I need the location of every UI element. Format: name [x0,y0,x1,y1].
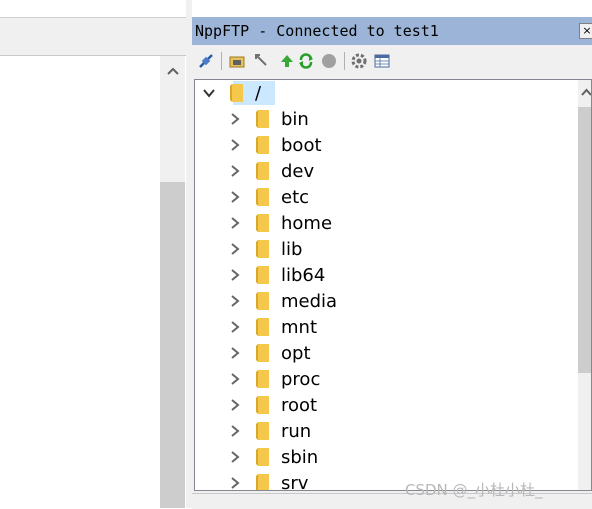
connect-icon[interactable] [197,52,215,70]
toolbar-separator [221,52,222,70]
tree-folder-item[interactable]: lib [229,236,302,262]
ftp-toolbar [192,46,592,75]
chevron-right-icon[interactable] [229,321,241,333]
tree-label: boot [281,134,322,156]
chevron-right-icon[interactable] [229,425,241,437]
editor-tab-bar [0,17,192,56]
editor-scrollbar[interactable] [160,56,185,508]
tree-label: srv [281,472,309,491]
tree-folder-item[interactable]: boot [229,132,322,158]
scroll-up-icon[interactable] [165,63,181,79]
upload-icon[interactable] [278,52,296,70]
folder-icon [256,240,269,258]
folder-icon [256,266,269,284]
abort-icon[interactable] [320,52,338,70]
folder-icon [256,396,269,414]
scroll-up-icon[interactable] [580,86,592,99]
chevron-right-icon[interactable] [229,165,241,177]
messages-icon[interactable] [373,52,391,70]
tree-label: proc [281,368,321,390]
folder-icon [256,474,269,490]
tree-folder-item[interactable]: sbin [229,444,318,470]
folder-icon [256,188,269,206]
tree-label: lib [281,238,303,260]
chevron-right-icon[interactable] [229,243,241,255]
folder-icon [256,136,269,154]
chevron-down-icon[interactable] [203,87,215,99]
tree-label: mnt [281,316,317,338]
chevron-right-icon[interactable] [229,113,241,125]
folder-icon [256,344,269,362]
folder-icon [256,214,269,232]
tree-folder-item[interactable]: srv [229,470,309,491]
chevron-right-icon[interactable] [229,269,241,281]
tree-folder-item[interactable]: dev [229,158,314,184]
chevron-right-icon[interactable] [229,191,241,203]
tree-folder-item[interactable]: proc [229,366,320,392]
tree-folder-item[interactable]: lib64 [229,262,325,288]
tree-folder-item[interactable]: etc [229,184,309,210]
tree-label: bin [281,108,309,130]
tree-scrollbar[interactable] [578,80,592,490]
tree-folder-item[interactable]: media [229,288,337,314]
chevron-right-icon[interactable] [229,217,241,229]
download-icon[interactable] [252,52,270,70]
tree-folder-item[interactable]: run [229,418,311,444]
tree-label: opt [281,342,311,364]
folder-icon [256,162,269,180]
tree-label: sbin [281,446,319,468]
tree-folder-item[interactable]: bin [229,106,309,132]
close-button[interactable]: × [579,23,592,39]
chevron-right-icon[interactable] [229,373,241,385]
tree-label: dev [281,160,315,182]
panel-title-bar: NppFTP - Connected to test1 × [192,17,592,45]
tree-label: root [281,394,318,416]
tree-folder-item[interactable]: opt [229,340,311,366]
tree-label: run [281,420,312,442]
chevron-right-icon[interactable] [229,347,241,359]
tree-scroll-thumb[interactable] [578,107,591,373]
tree-folder-item[interactable]: home [229,210,332,236]
watermark: CSDN @_小杜小杜_ [405,481,543,499]
folder-icon [256,318,269,336]
chevron-right-icon[interactable] [229,477,241,489]
toolbar-separator [344,52,345,70]
tree-label: home [281,212,333,234]
folder-icon [256,370,269,388]
tree-label: etc [281,186,310,208]
panel-title: NppFTP - Connected to test1 [195,22,439,40]
chevron-right-icon[interactable] [229,295,241,307]
tree-folder-item[interactable]: root [229,392,317,418]
settings-icon[interactable] [350,52,368,70]
editor-pane [0,0,186,508]
refresh-icon[interactable] [297,52,315,70]
nppftp-panel: NppFTP - Connected to test1 × / bin boot… [192,17,592,509]
tree-label: media [281,290,338,312]
tree-label: / [255,82,262,104]
chevron-right-icon[interactable] [229,451,241,463]
folder-icon [256,448,269,466]
chevron-right-icon[interactable] [229,399,241,411]
tree-label: lib64 [281,264,326,286]
open-cache-icon[interactable] [228,52,246,70]
chevron-right-icon[interactable] [229,139,241,151]
folder-icon [256,422,269,440]
editor-scroll-thumb[interactable] [160,182,185,508]
folder-icon [256,292,269,310]
remote-file-tree[interactable]: / bin boot dev etc home lib lib64 media mnt opt pr… [194,79,592,491]
folder-icon [256,110,269,128]
folder-icon [230,84,243,102]
tree-folder-item[interactable]: mnt [229,314,317,340]
tree-root-node[interactable]: / [203,80,275,106]
